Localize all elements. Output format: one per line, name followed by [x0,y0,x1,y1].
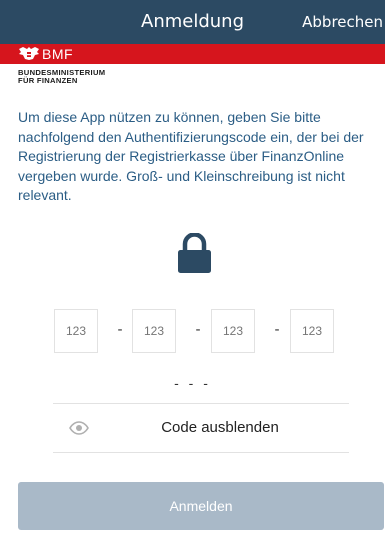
hide-code-label: Code ausblenden [161,419,279,436]
app-header: Anmeldung Abbrechen [0,0,385,44]
code-input-row: - - - [0,309,385,353]
lock-icon [178,233,211,273]
code-field-1[interactable] [54,309,98,353]
intro-text: Um diese App nützen zu können, geben Sie… [18,109,364,203]
cancel-button[interactable]: Abbrechen [302,0,383,44]
bmf-brand-bar: BMF [0,44,385,64]
login-button[interactable]: Anmelden [18,482,384,530]
code-preview: - - - [174,375,211,391]
eye-icon [69,421,89,435]
ministry-name: BUNDESMINISTERIUM FÜR FINANZEN [18,69,218,85]
code-field-4[interactable] [290,309,334,353]
code-separator: - [274,322,280,338]
code-field-3[interactable] [211,309,255,353]
austrian-eagle-icon [19,47,39,60]
bmf-abbreviation: BMF [42,46,74,62]
divider-bottom [53,452,349,453]
code-separator: - [117,322,123,338]
code-field-2[interactable] [132,309,176,353]
hide-code-toggle[interactable]: Code ausblenden [53,404,349,452]
code-separator: - [195,322,201,338]
ministry-line-2: FÜR FINANZEN [18,76,78,85]
